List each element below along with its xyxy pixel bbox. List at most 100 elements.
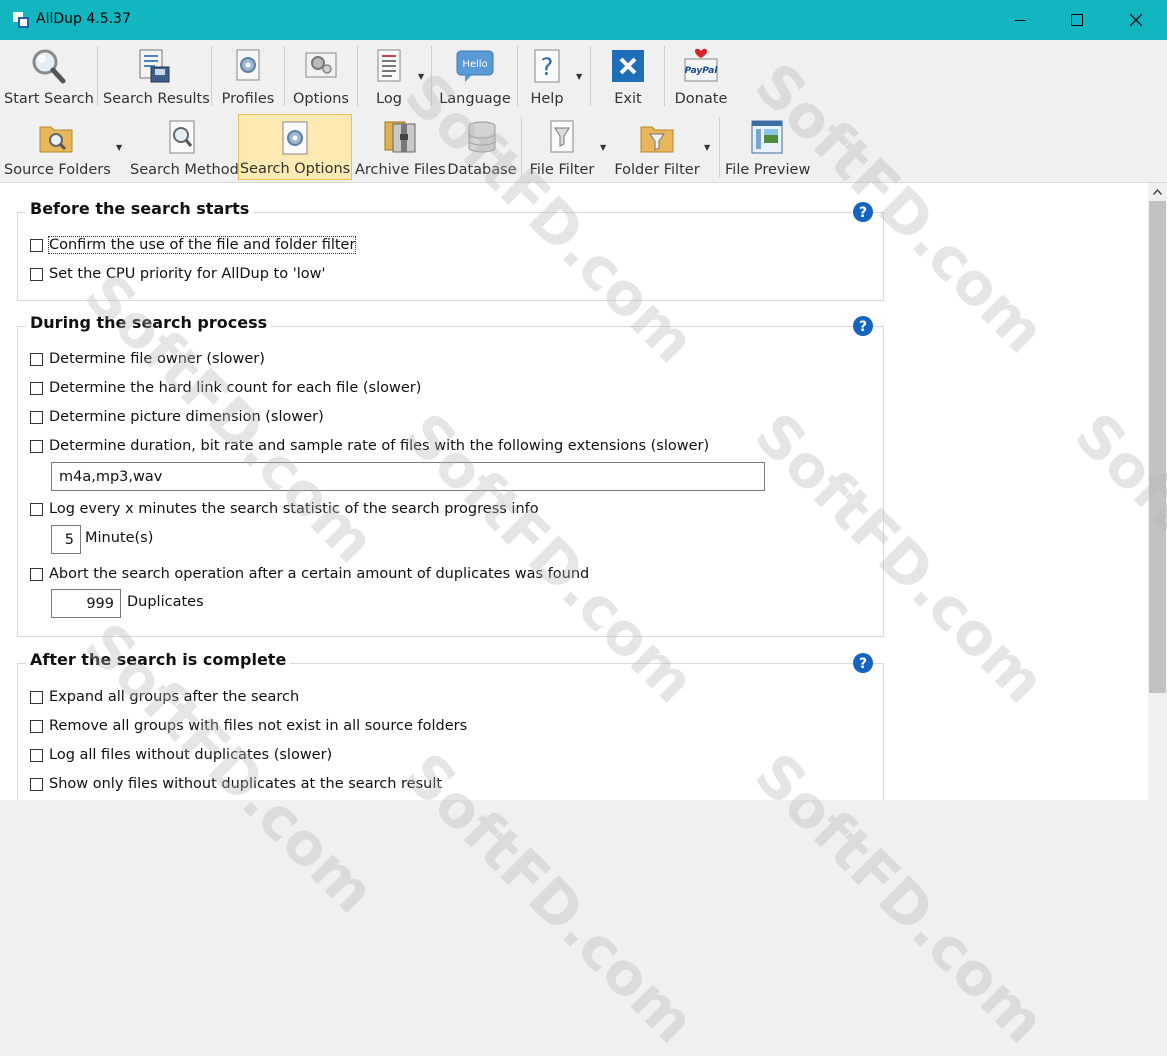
exit-button[interactable]: Exit [598, 43, 658, 109]
window-title: AllDup 4.5.37 [36, 11, 131, 27]
source-folders-button[interactable]: Source Folders [4, 114, 111, 180]
chevron-up-icon [1153, 189, 1162, 195]
search-method-label: Search Method [130, 162, 239, 178]
database-button[interactable]: Database [447, 114, 517, 180]
log-dropdown-arrow[interactable]: ▼ [418, 73, 426, 81]
donate-button[interactable]: PayPal Donate [670, 43, 732, 109]
expand-groups-checkbox[interactable]: Expand all groups after the search [30, 687, 299, 707]
help-button[interactable]: ? Help [522, 43, 572, 109]
minimize-icon [1014, 19, 1026, 21]
checkbox-box[interactable] [30, 719, 43, 733]
checkbox-box[interactable] [30, 267, 43, 281]
search-results-button[interactable]: Search Results [103, 43, 210, 109]
checkbox-box[interactable] [30, 410, 43, 424]
file-filter-dropdown-arrow[interactable]: ▼ [600, 144, 608, 152]
archive-files-label: Archive Files [355, 162, 446, 178]
hard-link-checkbox[interactable]: Determine the hard link count for each f… [30, 378, 421, 398]
archive-files-button[interactable]: Archive Files [355, 114, 446, 180]
profiles-label: Profiles [221, 91, 275, 107]
help-icon: ? [534, 49, 560, 83]
cpu-priority-checkbox[interactable]: Set the CPU priority for AllDup to 'low' [30, 264, 325, 284]
before-search-title: Before the search starts [26, 199, 254, 218]
help-dropdown-arrow[interactable]: ▼ [576, 73, 584, 81]
toolbar-separator [431, 46, 432, 106]
database-label: Database [447, 162, 517, 178]
archive-icon [384, 121, 416, 153]
remove-groups-checkbox[interactable]: Remove all groups with files not exist i… [30, 716, 467, 736]
confirm-filter-label: Confirm the use of the file and folder f… [47, 236, 357, 254]
expand-groups-label: Expand all groups after the search [49, 689, 300, 705]
file-filter-button[interactable]: File Filter [527, 114, 597, 180]
log-statistic-label: Log every x minutes the search statistic… [49, 501, 539, 517]
log-minutes-input[interactable]: 5 [51, 525, 81, 554]
picture-dimension-checkbox[interactable]: Determine picture dimension (slower) [30, 407, 324, 427]
help-icon[interactable]: ? [853, 316, 873, 336]
checkbox-box[interactable] [30, 777, 43, 791]
log-button[interactable]: Log [363, 43, 415, 109]
folder-filter-icon [640, 126, 674, 153]
after-search-group: After the search is complete ? Expand al… [17, 650, 884, 800]
vertical-scrollbar[interactable] [1148, 183, 1167, 800]
checkbox-box[interactable] [30, 439, 43, 453]
checkbox-box[interactable] [30, 748, 43, 762]
exit-icon [612, 50, 644, 82]
abort-search-checkbox[interactable]: Abort the search operation after a certa… [30, 564, 589, 584]
toolbar-separator [590, 46, 591, 106]
options-button[interactable]: Options [290, 43, 352, 109]
options-icon [305, 52, 337, 78]
folder-search-icon [39, 126, 73, 153]
toolbar-separator [664, 46, 665, 106]
file-preview-icon [751, 120, 783, 154]
paypal-text: PayPal [685, 66, 719, 76]
log-no-duplicates-checkbox[interactable]: Log all files without duplicates (slower… [30, 745, 332, 765]
folder-filter-dropdown-arrow[interactable]: ▼ [704, 144, 712, 152]
search-options-button[interactable]: Search Options [238, 114, 352, 180]
profiles-button[interactable]: Profiles [217, 43, 279, 109]
checkbox-box[interactable] [30, 381, 43, 395]
duration-label: Determine duration, bit rate and sample … [49, 438, 710, 454]
log-icon [377, 49, 401, 82]
scrollbar-thumb[interactable] [1149, 201, 1166, 693]
start-search-label: Start Search [4, 91, 94, 107]
search-method-button[interactable]: Search Method [130, 114, 239, 180]
remove-groups-label: Remove all groups with files not exist i… [49, 718, 468, 734]
confirm-filter-checkbox[interactable]: Confirm the use of the file and folder f… [30, 235, 357, 255]
file-preview-button[interactable]: File Preview [725, 114, 810, 180]
duration-checkbox[interactable]: Determine duration, bit rate and sample … [30, 436, 709, 456]
log-no-duplicates-label: Log all files without duplicates (slower… [49, 747, 333, 763]
toolbar-separator [97, 46, 98, 106]
checkbox-box[interactable] [30, 238, 43, 252]
help-icon[interactable]: ? [853, 653, 873, 673]
log-statistic-checkbox[interactable]: Log every x minutes the search statistic… [30, 499, 539, 519]
scroll-up-button[interactable] [1148, 183, 1167, 201]
start-search-button[interactable]: Start Search [4, 43, 94, 109]
paypal-icon: PayPal [684, 48, 719, 82]
maximize-button[interactable] [1054, 0, 1100, 40]
checkbox-box[interactable] [30, 567, 43, 581]
source-folders-label: Source Folders [4, 162, 111, 178]
help-label: Help [530, 91, 564, 107]
after-search-title: After the search is complete [26, 650, 291, 669]
close-button[interactable] [1113, 0, 1159, 40]
search-options-label: Search Options [239, 161, 351, 177]
toolbar-separator [719, 117, 720, 177]
main-toolbar: Start Search Search Results Profiles Opt… [0, 40, 1167, 111]
minimize-button[interactable] [997, 0, 1043, 40]
close-icon [1130, 14, 1142, 26]
language-label: Language [439, 91, 511, 107]
checkbox-box[interactable] [30, 690, 43, 704]
source-folders-dropdown-arrow[interactable]: ▼ [116, 144, 124, 152]
file-owner-checkbox[interactable]: Determine file owner (slower) [30, 349, 265, 369]
extensions-input[interactable]: m4a,mp3,wav [51, 462, 765, 491]
language-button[interactable]: Hello Language [437, 43, 513, 109]
checkbox-box[interactable] [30, 502, 43, 516]
show-no-duplicates-checkbox[interactable]: Show only files without duplicates at th… [30, 774, 442, 794]
folder-filter-button[interactable]: Folder Filter [613, 114, 701, 180]
abort-count-input[interactable]: 999 [51, 589, 121, 618]
toolbar-separator [521, 117, 522, 177]
help-icon[interactable]: ? [853, 202, 873, 222]
checkbox-box[interactable] [30, 352, 43, 366]
folder-filter-label: Folder Filter [614, 162, 700, 178]
search-results-label: Search Results [103, 91, 210, 107]
title-bar: AllDup 4.5.37 [0, 0, 1167, 40]
